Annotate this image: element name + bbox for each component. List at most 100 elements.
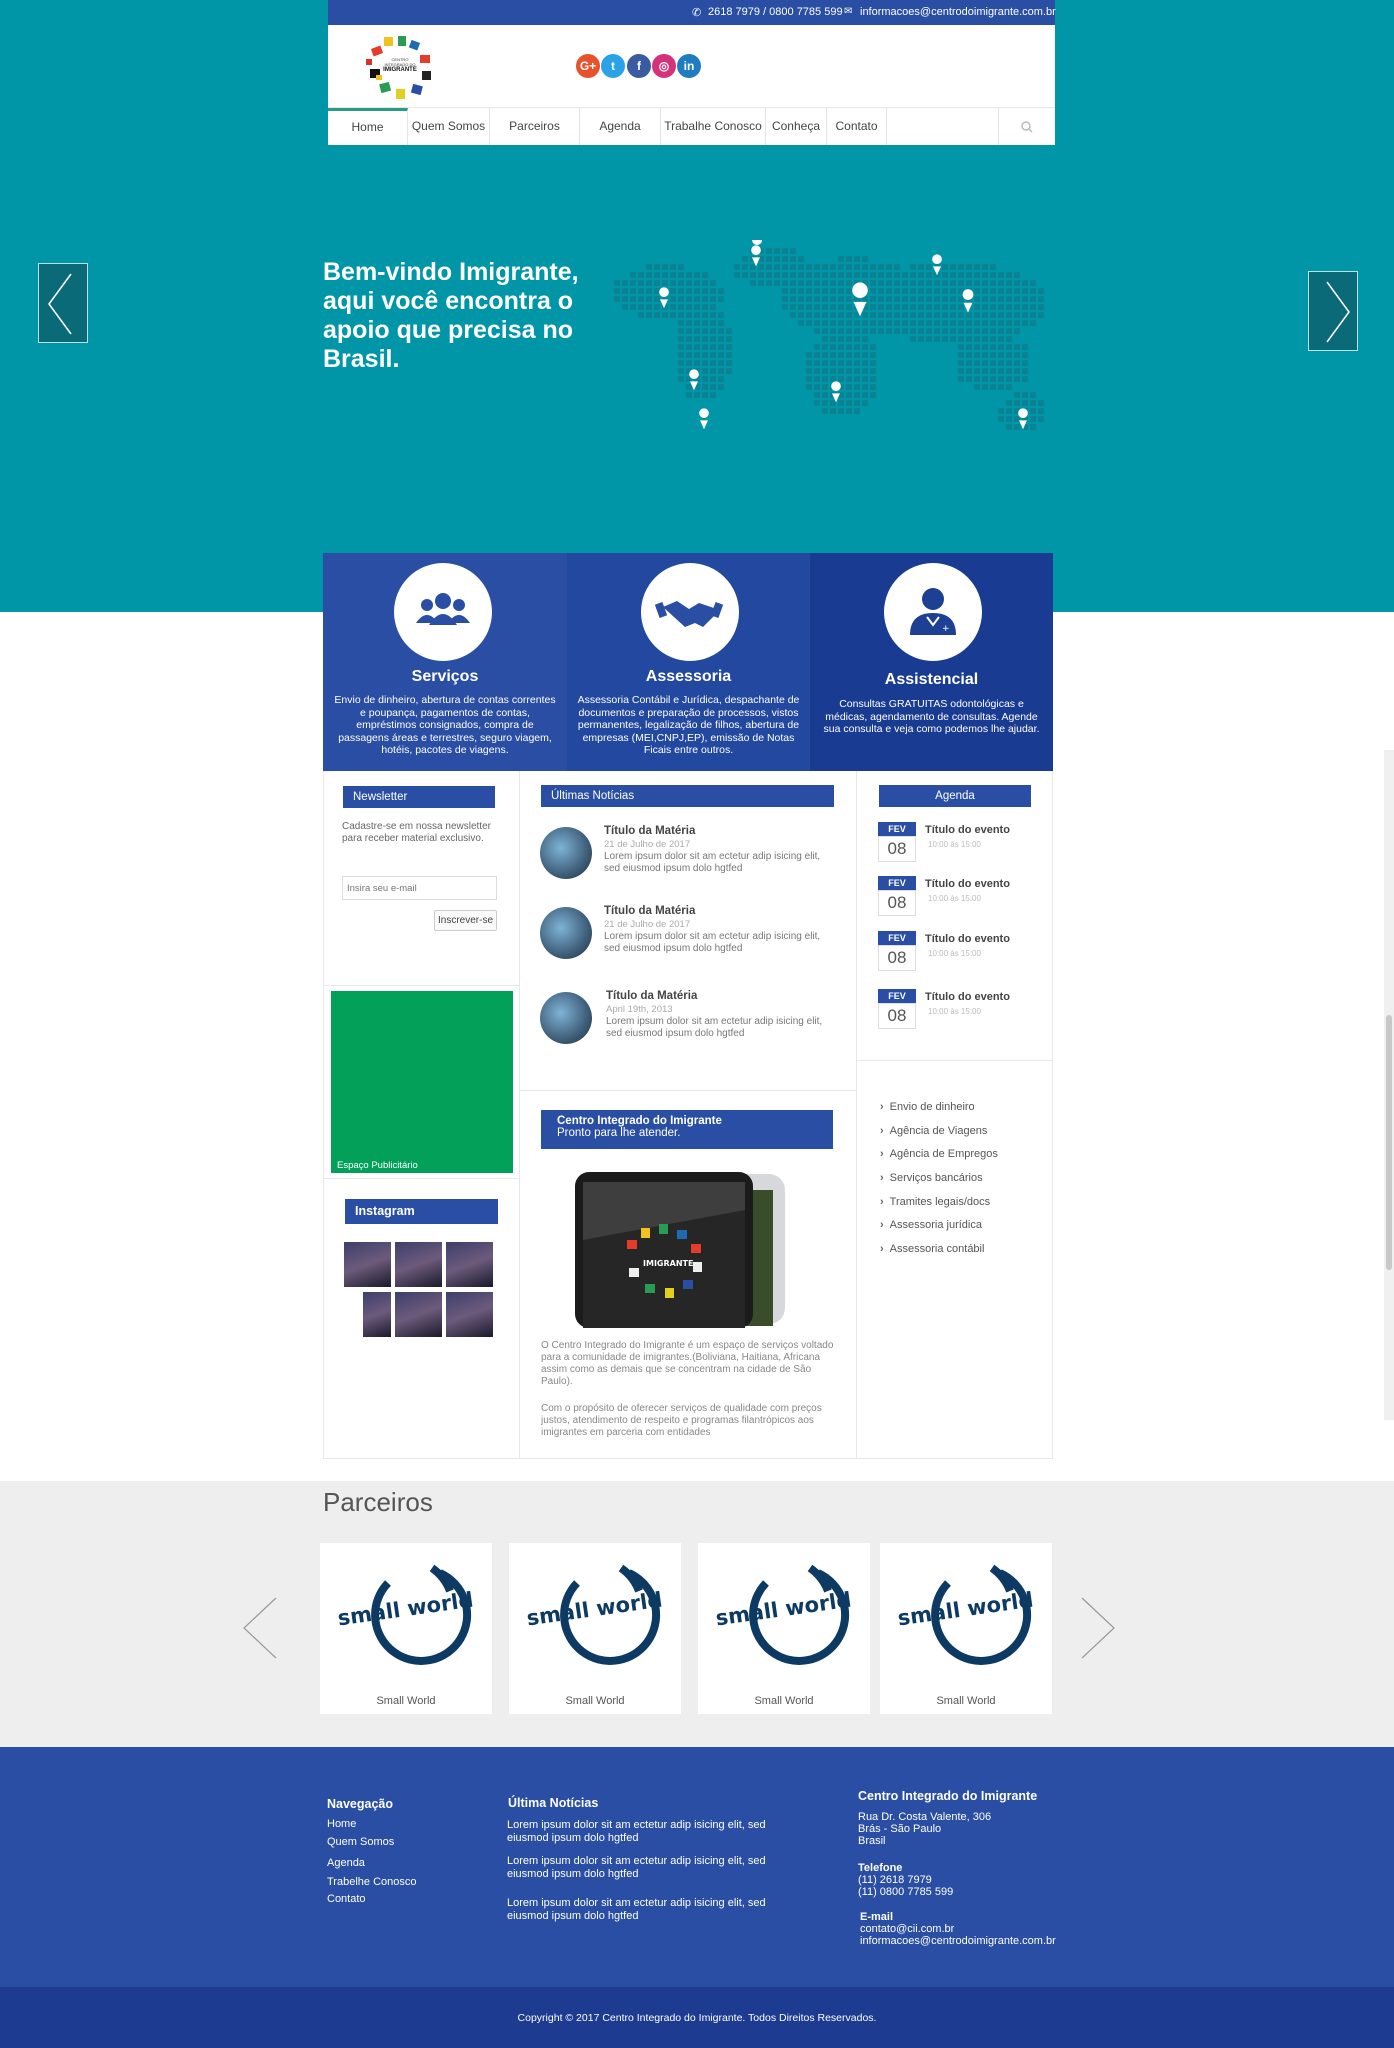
feature-servicos[interactable]: Serviços Envio de dinheiro, abertura de …	[323, 553, 567, 771]
newsletter-email-input[interactable]	[342, 876, 497, 900]
map-pin-icon	[831, 381, 841, 403]
partner-card[interactable]: small world Small World	[698, 1543, 870, 1714]
nav-item-agenda[interactable]: Agenda	[580, 108, 661, 145]
feature-text: Assessoria Contábil e Jurídica, despacha…	[577, 694, 800, 756]
instagram-photo[interactable]	[395, 1242, 442, 1287]
footer-email[interactable]: informacoes@centrodoimigrante.com.br	[860, 1935, 1056, 1948]
footer-nav-link[interactable]: Contato	[327, 1893, 366, 1906]
agenda-day: 08	[878, 945, 916, 971]
agenda-day: 08	[878, 890, 916, 916]
logo[interactable]: CENTRO INTEGRADO DO IMIGRANTE	[364, 31, 436, 103]
agenda-item[interactable]: FEV 08 Título do evento 10:00 às 15:00	[878, 931, 1038, 983]
chevron-right-icon: ›	[880, 1196, 884, 1208]
partners-next-button[interactable]	[1080, 1596, 1116, 1660]
instagram-photo[interactable]	[446, 1292, 493, 1337]
service-link[interactable]: › Assessoria contábil	[880, 1243, 984, 1255]
agenda-day: 08	[878, 836, 916, 862]
agenda-item[interactable]: FEV 08 Título do evento 10:00 às 15:00	[878, 989, 1038, 1041]
partners-prev-button[interactable]	[242, 1596, 278, 1660]
agenda-item[interactable]: FEV 08 Título do evento 10:00 às 15:00	[878, 876, 1038, 928]
divider	[520, 1090, 856, 1091]
footer-bottom: Copyright © 2017 Centro Integrado do Imi…	[0, 1987, 1394, 2048]
instagram-photo[interactable]	[344, 1242, 391, 1287]
top-bar: ✆ 2618 7979 / 0800 7785 599 ✉ informacoe…	[328, 0, 1056, 25]
service-label: Agência de Viagens	[889, 1125, 988, 1137]
nav-item-quem-somos[interactable]: Quem Somos	[408, 108, 490, 145]
chevron-right-icon: ›	[880, 1172, 884, 1184]
partner-card[interactable]: small world Small World	[320, 1543, 492, 1714]
handshake-icon	[654, 601, 724, 627]
subscribe-button[interactable]: Inscrever-se	[434, 910, 497, 931]
service-label: Agência de Empregos	[889, 1148, 998, 1160]
service-link[interactable]: › Assessoria jurídica	[880, 1219, 982, 1231]
hero-prev-button[interactable]	[38, 263, 88, 343]
service-link[interactable]: › Tramites legais/docs	[880, 1196, 990, 1208]
instagram-photo[interactable]	[395, 1292, 442, 1337]
instagram-icon[interactable]: ◎	[652, 54, 676, 78]
service-link[interactable]: › Serviços bancários	[880, 1172, 983, 1184]
instagram-photo[interactable]	[446, 1242, 493, 1287]
logo-text-main: IMIGRANTE	[383, 67, 417, 73]
partner-card[interactable]: small world Small World	[880, 1543, 1052, 1714]
service-link[interactable]: › Agência de Empregos	[880, 1148, 998, 1160]
partner-logo-text: small world	[525, 1588, 664, 1631]
promo-paragraph-1: O Centro Integrado do Imigrante é um esp…	[541, 1340, 834, 1387]
nav-item-contato[interactable]: Contato	[827, 108, 887, 145]
footer-nav-link[interactable]: Home	[327, 1818, 356, 1831]
agenda-item[interactable]: FEV 08 Título do evento 10:00 às 15:00	[878, 822, 1038, 874]
nav-item-parceiros[interactable]: Parceiros	[490, 108, 580, 145]
footer-address-line: Brasil	[858, 1835, 886, 1847]
search-button[interactable]	[998, 108, 1055, 145]
nav-item-trabalhe-conosco[interactable]: Trabalhe Conosco	[661, 108, 766, 145]
agenda-month: FEV	[878, 931, 916, 945]
footer-email-title: E-mail	[860, 1911, 894, 1923]
partner-logo-text: small world	[896, 1588, 1035, 1631]
feature-title: Assistencial	[884, 671, 979, 688]
twitter-icon[interactable]: t	[601, 54, 625, 78]
footer-nav-link[interactable]: Quem Somos	[327, 1836, 394, 1849]
top-email[interactable]: informacoes@centrodoimigrante.com.br	[860, 6, 1056, 18]
service-link[interactable]: › Envio de dinheiro	[880, 1101, 975, 1113]
news-item-date: 21 de Julho de 2017	[604, 839, 691, 850]
footer-nav-link[interactable]: Agenda	[327, 1857, 365, 1870]
nav-item-home[interactable]: Home	[328, 108, 408, 145]
news-item-text: Lorem ipsum dolor sit am ectetur adip is…	[606, 1016, 823, 1039]
chevron-left-icon	[48, 273, 72, 335]
divider	[857, 1060, 1053, 1061]
footer-address-line: Rua Dr. Costa Valente, 306	[858, 1811, 992, 1823]
footer-news-item[interactable]: Lorem ipsum dolor sit am ectetur adip is…	[507, 1819, 777, 1844]
facebook-icon[interactable]: f	[627, 54, 651, 78]
nav-item-conhe-a[interactable]: Conheça	[766, 108, 827, 145]
ad-space[interactable]: Espaço Publicitário	[331, 991, 513, 1173]
svg-text:+: +	[942, 624, 950, 634]
news-thumbnail	[540, 992, 592, 1044]
instagram-title: Instagram	[345, 1199, 498, 1224]
agenda-time: 10:00 às 15:00	[928, 949, 981, 958]
footer-address-line: Brás - São Paulo	[858, 1823, 942, 1835]
news-thumbnail	[540, 827, 592, 879]
feature-circle	[641, 563, 739, 661]
feature-assistencial[interactable]: + Assistencial Consultas GRATUITAS odont…	[810, 553, 1053, 771]
google-plus-icon[interactable]: G+	[576, 54, 600, 78]
linkedin-icon[interactable]: in	[677, 54, 701, 78]
footer-news-item[interactable]: Lorem ipsum dolor sit am ectetur adip is…	[507, 1855, 777, 1880]
feature-assessoria[interactable]: Assessoria Assessoria Contábil e Jurídic…	[567, 553, 810, 771]
footer-email[interactable]: contato@cii.com.br	[860, 1923, 954, 1936]
news-item[interactable]: Título da Matéria April 19th, 2013 Lorem…	[540, 990, 840, 1060]
divider	[323, 985, 519, 986]
hero-next-button[interactable]	[1308, 271, 1358, 351]
news-item[interactable]: Título da Matéria 21 de Julho de 2017 Lo…	[540, 825, 840, 895]
partner-card[interactable]: small world Small World	[509, 1543, 681, 1714]
footer-news-item[interactable]: Lorem ipsum dolor sit am ectetur adip is…	[507, 1897, 777, 1922]
scrollbar-track[interactable]	[1384, 750, 1394, 1420]
top-phone: 2618 7979 / 0800 7785 599	[708, 6, 843, 18]
instagram-photo[interactable]	[363, 1292, 391, 1337]
newsletter-title: Newsletter	[343, 786, 495, 808]
scrollbar-thumb[interactable]	[1386, 1015, 1392, 1270]
footer-nav-link[interactable]: Trabelhe Conosco	[327, 1876, 416, 1889]
chevron-right-icon: ›	[880, 1101, 884, 1113]
news-item[interactable]: Título da Matéria 21 de Julho de 2017 Lo…	[540, 905, 840, 975]
service-label: Assessoria contábil	[889, 1243, 985, 1255]
service-link[interactable]: › Agência de Viagens	[880, 1125, 987, 1137]
footer-org-title: Centro Integrado do Imigrante	[858, 1789, 1038, 1803]
